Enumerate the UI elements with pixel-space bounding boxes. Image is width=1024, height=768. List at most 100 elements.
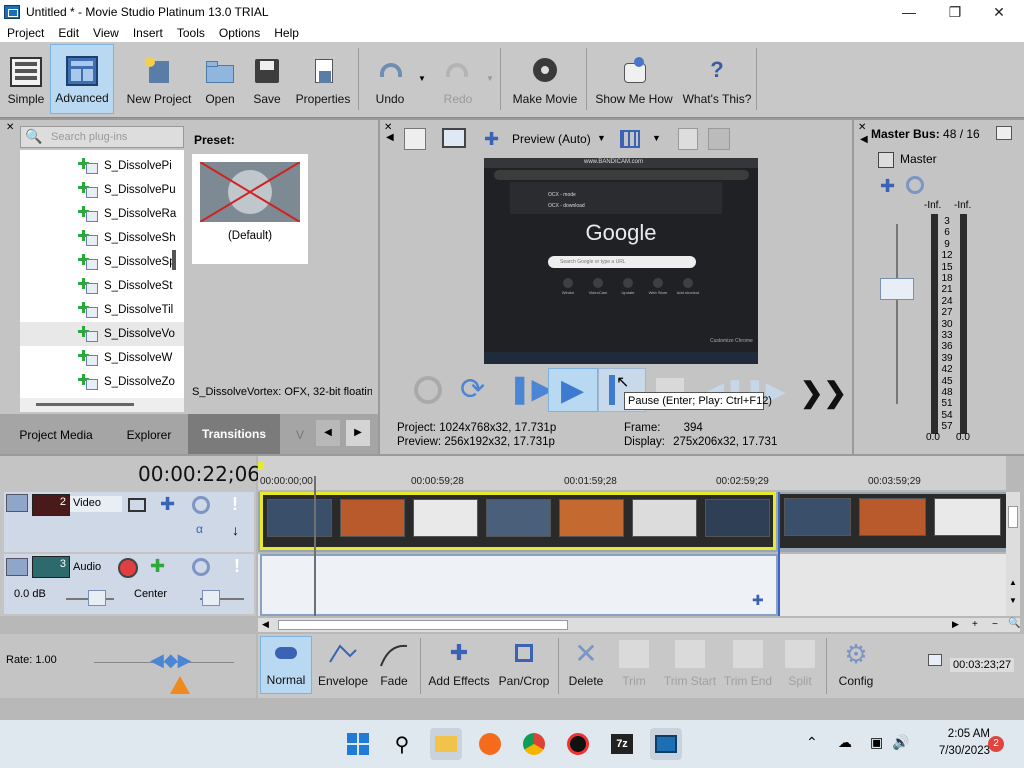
plugin-item[interactable]: S_DissolveSp (20, 250, 184, 274)
movie-studio-taskbar-icon[interactable] (650, 728, 682, 760)
audio-solo-icon[interactable]: ! (234, 556, 240, 577)
split-button[interactable]: Split (778, 636, 822, 694)
network-icon[interactable]: ☁ (838, 734, 852, 751)
volume-slider-thumb[interactable] (88, 590, 106, 606)
save-button[interactable]: Save (248, 44, 286, 114)
tab-explorer[interactable]: Explorer (110, 420, 188, 450)
chevron-up-icon[interactable]: ⌃ (806, 734, 818, 751)
tab-scroll-right[interactable]: ▶ (346, 420, 370, 446)
plugin-item[interactable]: S_DissolveSh (20, 226, 184, 250)
maximize-button[interactable]: ❐ (932, 0, 978, 24)
volume-icon[interactable]: 🔊 (892, 734, 909, 751)
plugin-item[interactable]: S_DissolveW (20, 346, 184, 370)
audio-track-name[interactable]: Audio (70, 560, 122, 576)
display-icon[interactable]: ▣ (870, 734, 883, 751)
audio-fx-icon[interactable]: ✚ (150, 556, 165, 577)
loop-playback-icon[interactable]: ⟳ (460, 372, 485, 407)
video-track-header[interactable]: 2 Video ✚ ! α ↓ (4, 492, 254, 552)
trim-button[interactable]: Trim (610, 636, 658, 694)
search-icon[interactable]: ⚲ (386, 728, 418, 760)
bandicam-icon[interactable] (562, 728, 594, 760)
plugin-item[interactable]: S_DissolvePu (20, 178, 184, 202)
open-button[interactable]: Open (200, 44, 240, 114)
fade-tool-button[interactable]: Fade (372, 636, 416, 694)
menu-project[interactable]: Project (0, 26, 51, 40)
panel-collapse-icon[interactable]: ◀ (860, 134, 868, 145)
compositing-icon[interactable] (128, 498, 146, 512)
master-properties-icon[interactable] (996, 126, 1012, 140)
solo-icon[interactable]: ! (232, 494, 238, 515)
properties-button[interactable]: Properties (292, 44, 354, 114)
track-collapse-icon[interactable] (6, 494, 28, 512)
menu-edit[interactable]: Edit (51, 26, 86, 40)
play-from-start-icon[interactable]: ❚▶ (508, 372, 553, 405)
panel-close-icon[interactable]: ✕ (858, 122, 866, 133)
automation-icon[interactable]: ✚ (880, 176, 895, 197)
alpha-icon[interactable]: α (196, 522, 203, 536)
parent-track-icon[interactable]: ↓ (232, 522, 239, 538)
loop-start-marker[interactable] (258, 462, 264, 470)
undo-button[interactable]: Undo (368, 44, 412, 114)
trim-start-button[interactable]: Trim Start (660, 636, 720, 694)
panel-close-icon[interactable]: ✕ (6, 122, 14, 133)
make-movie-button[interactable]: Make Movie (508, 44, 582, 114)
menu-help[interactable]: Help (267, 26, 306, 40)
menu-tools[interactable]: Tools (170, 26, 212, 40)
video-track-name[interactable]: Video (70, 496, 122, 512)
playhead-cursor[interactable] (314, 476, 316, 616)
add-effects-button[interactable]: ✚ Add Effects (426, 636, 492, 694)
normal-tool-button[interactable]: Normal (260, 636, 312, 694)
tab-video-fx[interactable]: V (290, 420, 310, 450)
preview-properties-icon[interactable] (404, 128, 426, 150)
chrome-icon[interactable] (518, 728, 550, 760)
chevron-down-icon[interactable]: ▼ (652, 133, 661, 143)
plugin-item[interactable]: S_DissolveSt (20, 274, 184, 298)
chevron-down-icon[interactable]: ▼ (597, 133, 606, 143)
close-button[interactable]: ✕ (976, 0, 1022, 24)
selection-end-marker[interactable] (778, 492, 780, 616)
config-button[interactable]: ⚙ Config (830, 636, 882, 694)
audio-track-header[interactable]: 3 Audio ✚ ! 0.0 dB Center (4, 554, 254, 614)
trim-end-button[interactable]: Trim End (722, 636, 774, 694)
external-monitor-icon[interactable] (442, 128, 466, 148)
panel-collapse-icon[interactable]: ◀ (386, 132, 394, 143)
video-track-lane[interactable] (258, 492, 1006, 552)
more-transport-icon[interactable]: ❯❯ (800, 376, 847, 409)
tree-hscrollbar[interactable] (20, 398, 184, 412)
preview-quality-select[interactable]: Preview (Auto) (512, 132, 591, 146)
minimize-button[interactable]: — (886, 0, 932, 24)
menu-view[interactable]: View (86, 26, 126, 40)
audio-clip[interactable] (260, 554, 778, 616)
menu-insert[interactable]: Insert (126, 26, 170, 40)
mute-icon[interactable] (906, 176, 924, 194)
menu-options[interactable]: Options (212, 26, 267, 40)
copy-snapshot-icon[interactable] (678, 128, 698, 150)
preset-default-tile[interactable]: (Default) (192, 154, 308, 264)
track-motion-icon[interactable]: ✚ (160, 494, 175, 515)
tree-scroll-thumb[interactable] (172, 250, 176, 270)
redo-dropdown-icon[interactable]: ▼ (486, 74, 494, 83)
tab-scroll-left[interactable]: ◀ (316, 420, 340, 446)
arm-record-icon[interactable] (118, 558, 138, 578)
whats-this-button[interactable]: ? What's This? (682, 44, 752, 114)
undo-dropdown-icon[interactable]: ▼ (418, 74, 426, 83)
start-button[interactable] (342, 728, 374, 760)
plugin-item[interactable]: S_DissolveRa (20, 202, 184, 226)
rate-indicator-icon[interactable] (170, 676, 190, 694)
pan-slider-thumb[interactable] (202, 590, 220, 606)
7zip-icon[interactable]: 7z (606, 728, 638, 760)
rate-slider-icon[interactable]: ◀◆▶ (150, 650, 192, 671)
plugin-item[interactable]: S_DissolveTil (20, 298, 184, 322)
tab-transitions[interactable]: Transitions (188, 414, 280, 454)
advanced-button[interactable]: Advanced (50, 44, 114, 114)
save-snapshot-icon[interactable] (708, 128, 730, 150)
selected-video-clip[interactable] (260, 492, 776, 550)
pan-crop-button[interactable]: Pan/Crop (494, 636, 554, 694)
new-project-button[interactable]: New Project (124, 44, 194, 114)
split-screen-icon[interactable]: ✚ (484, 130, 504, 150)
clock-time[interactable]: 2:05 AM (920, 728, 990, 740)
tab-project-media[interactable]: Project Media (10, 420, 102, 450)
firefox-icon[interactable] (474, 728, 506, 760)
notification-badge[interactable]: 2 (988, 736, 1004, 752)
redo-button[interactable]: Redo (436, 44, 480, 114)
